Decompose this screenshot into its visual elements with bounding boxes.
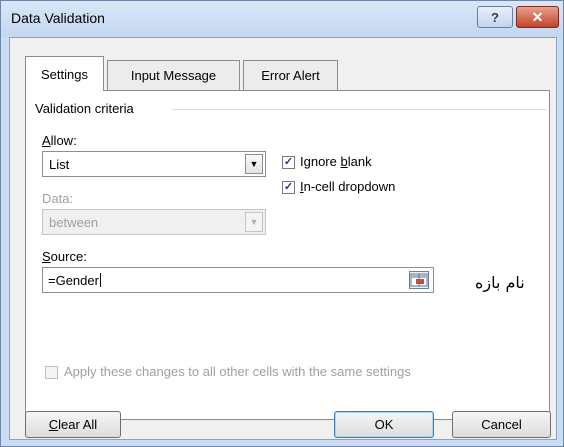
tab-error-alert[interactable]: Error Alert — [243, 60, 338, 90]
data-label: Data: — [42, 191, 74, 206]
tab-settings-label: Settings — [41, 66, 88, 82]
clear-all-button[interactable]: Clear All — [25, 411, 121, 438]
tab-error-alert-label: Error Alert — [261, 68, 320, 83]
allow-select[interactable]: List ▼ — [42, 151, 266, 177]
ok-button[interactable]: OK — [334, 411, 434, 438]
settings-panel: Validation criteria Allow: List ▼ ✓ Igno… — [25, 90, 550, 420]
chevron-down-icon: ▼ — [245, 212, 263, 232]
ignore-blank-checkbox[interactable]: ✓ — [282, 156, 295, 169]
dialog-title: Data Validation — [11, 10, 105, 26]
close-icon: ✕ — [531, 8, 544, 25]
in-cell-dropdown-label[interactable]: In-cell dropdown — [300, 179, 395, 194]
validation-criteria-heading: Validation criteria — [35, 101, 134, 116]
source-label: Source: — [42, 249, 87, 264]
tab-input-message[interactable]: Input Message — [107, 60, 240, 90]
data-value: between — [49, 215, 99, 230]
apply-all-checkbox — [45, 366, 58, 379]
allow-value: List — [49, 157, 70, 172]
close-button[interactable]: ✕ — [516, 6, 559, 28]
source-value: =Gender — [48, 273, 101, 288]
text-caret — [99, 273, 101, 287]
apply-all-label: Apply these changes to all other cells w… — [64, 364, 411, 379]
tab-settings[interactable]: Settings — [25, 56, 104, 91]
annotation-range-name: نام بازه — [475, 273, 525, 292]
collapse-dialog-button[interactable] — [409, 271, 429, 289]
data-validation-dialog: Data Validation ? ✕ Settings Input Messa… — [0, 0, 564, 447]
chevron-down-icon[interactable]: ▼ — [245, 154, 263, 174]
allow-label: Allow: — [42, 133, 77, 148]
tab-input-message-label: Input Message — [130, 68, 217, 83]
ignore-blank-label[interactable]: Ignore blank — [300, 154, 372, 169]
source-input[interactable]: =Gender — [42, 267, 434, 293]
help-button[interactable]: ? — [477, 6, 513, 28]
range-select-icon — [410, 273, 428, 287]
cancel-button[interactable]: Cancel — [452, 411, 551, 438]
in-cell-dropdown-checkbox[interactable]: ✓ — [282, 181, 295, 194]
title-bar: Data Validation ? ✕ — [1, 1, 563, 37]
data-select: between ▼ — [42, 209, 266, 235]
group-divider — [172, 109, 546, 110]
dialog-body: Settings Input Message Error Alert Valid… — [9, 37, 557, 440]
help-icon: ? — [491, 9, 499, 25]
